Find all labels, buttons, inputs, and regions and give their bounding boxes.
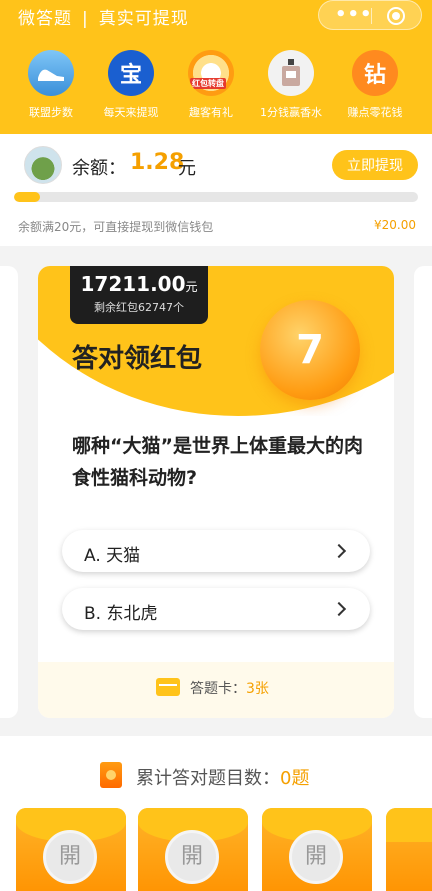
nav-label: 每天来提现 bbox=[103, 106, 159, 119]
prize-pool-box: 17211.00元 剩余红包62747个 bbox=[70, 266, 208, 324]
diamond-glyph: 钻 bbox=[363, 63, 386, 88]
question-card: 17211.00元 剩余红包62747个 答对领红包 7 哪种“大猫”是世界上体… bbox=[38, 266, 394, 718]
correct-count-value: 0题 bbox=[280, 768, 310, 789]
prize-unit: 元 bbox=[185, 280, 198, 294]
wheel-badge: 红包转盘 bbox=[190, 78, 226, 89]
option-label: B. 东北虎 bbox=[84, 604, 158, 624]
red-packet-icon bbox=[100, 762, 122, 788]
nav-label: 趣客有礼 bbox=[189, 106, 233, 119]
nav-label: 赚点零花钱 bbox=[347, 106, 403, 119]
red-envelope-edge[interactable] bbox=[386, 808, 432, 891]
nav-item-daily-withdraw[interactable]: 宝 每天来提现 bbox=[88, 50, 174, 120]
answer-card-value: 3张 bbox=[246, 681, 269, 697]
option-label: A. 天猫 bbox=[84, 546, 141, 566]
nav-item-pocket-money[interactable]: 钻 赚点零花钱 bbox=[332, 50, 418, 120]
correct-count: 累计答对题目数：0题 bbox=[136, 764, 309, 790]
prize-amount: 17211.00 bbox=[80, 272, 186, 296]
next-card-edge[interactable] bbox=[414, 266, 432, 718]
close-target-icon[interactable] bbox=[387, 7, 405, 25]
open-seal-button[interactable]: 開 bbox=[43, 830, 97, 884]
withdraw-hint: 余额满20元，可直接提现到微信钱包 bbox=[18, 220, 214, 234]
wallet-icon bbox=[156, 678, 180, 696]
envelope-flap bbox=[386, 808, 432, 842]
balance-unit: 元 bbox=[178, 158, 196, 179]
open-seal-button[interactable]: 開 bbox=[289, 830, 343, 884]
open-seal-button[interactable]: 開 bbox=[165, 830, 219, 884]
balance-panel: 余额： 1.28 元 立即提现 余额满20元，可直接提现到微信钱包 ¥20.00 bbox=[0, 134, 432, 246]
balance-value: 1.28 bbox=[130, 150, 185, 175]
red-packet-wheel-icon: 红包转盘 bbox=[188, 50, 234, 96]
withdraw-progress-bar bbox=[14, 192, 418, 202]
red-envelope[interactable]: 開 bbox=[262, 808, 372, 891]
answer-option-b[interactable]: B. 东北虎 bbox=[62, 588, 370, 630]
remaining-red-packets: 剩余红包62747个 bbox=[94, 301, 184, 314]
chevron-right-icon bbox=[331, 601, 347, 617]
stats-section: 累计答对题目数：0题 開 開 開 bbox=[0, 736, 432, 891]
capsule-divider bbox=[371, 8, 372, 24]
app-title-left: 微答题 bbox=[18, 9, 72, 29]
correct-count-label: 累计答对题目数： bbox=[136, 768, 280, 789]
mini-program-capsule: ••• bbox=[318, 0, 422, 30]
red-envelope[interactable]: 開 bbox=[16, 808, 126, 891]
withdraw-goal: ¥20.00 bbox=[374, 218, 416, 232]
feature-nav: 联盟步数 宝 每天来提现 红包转盘 趣客有礼 1分钱赢香水 钻 赚点零花钱 bbox=[0, 50, 432, 130]
perfume-icon bbox=[268, 50, 314, 96]
answer-card-label: 答题卡： bbox=[190, 681, 246, 697]
chevron-right-icon bbox=[331, 543, 347, 559]
progress-fill bbox=[14, 192, 40, 202]
nav-label: 联盟步数 bbox=[29, 106, 73, 119]
app-title-right: 真实可提现 bbox=[98, 9, 189, 29]
answer-option-a[interactable]: A. 天猫 bbox=[62, 530, 370, 572]
prize-pool-amount: 17211.00元 bbox=[70, 266, 208, 296]
treasure-icon: 宝 bbox=[108, 50, 154, 96]
more-menu-icon[interactable]: ••• bbox=[335, 6, 373, 24]
withdraw-button[interactable]: 立即提现 bbox=[332, 150, 418, 180]
balance-label: 余额： bbox=[72, 158, 126, 179]
answer-card-count: 答题卡：3张 bbox=[190, 678, 269, 698]
answer-card-footer: 答题卡：3张 bbox=[38, 662, 394, 718]
prev-card-edge[interactable] bbox=[0, 266, 18, 718]
nav-item-gifts[interactable]: 红包转盘 趣客有礼 bbox=[168, 50, 254, 120]
shoe-icon bbox=[28, 50, 74, 96]
treasure-glyph: 宝 bbox=[119, 63, 142, 88]
app-title: 微答题 | 真实可提现 bbox=[18, 4, 189, 29]
avatar[interactable] bbox=[24, 146, 62, 184]
card-header: 17211.00元 剩余红包62747个 答对领红包 7 bbox=[38, 266, 394, 416]
red-envelope[interactable]: 開 bbox=[138, 808, 248, 891]
title-separator: | bbox=[82, 9, 89, 29]
coin-icon: 7 bbox=[260, 300, 360, 400]
card-title: 答对领红包 bbox=[72, 344, 203, 374]
nav-label: 1分钱赢香水 bbox=[260, 106, 322, 119]
nav-item-perfume[interactable]: 1分钱赢香水 bbox=[248, 50, 334, 120]
question-text: 哪种“大猫”是世界上体重最大的肉食性猫科动物? bbox=[72, 435, 363, 489]
diamond-icon: 钻 bbox=[352, 50, 398, 96]
top-banner: 微答题 | 真实可提现 ••• 联盟步数 宝 每天来提现 红包转盘 趣客有礼 1分钱 bbox=[0, 0, 432, 134]
nav-item-steps[interactable]: 联盟步数 bbox=[8, 50, 94, 120]
